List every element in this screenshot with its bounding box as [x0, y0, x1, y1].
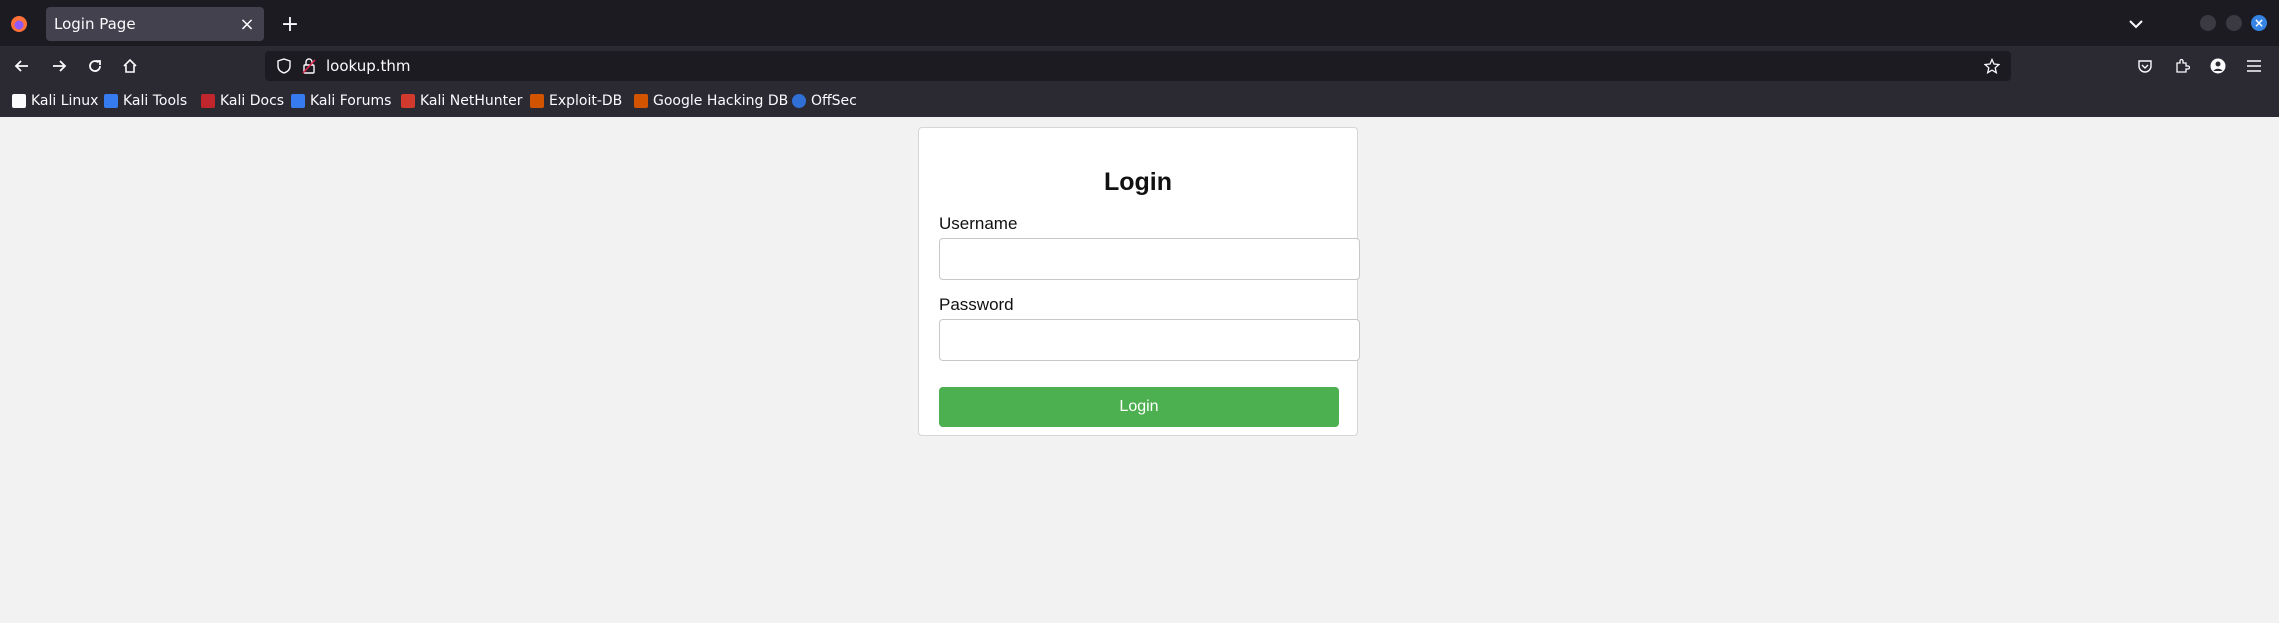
maximize-window-button[interactable] — [2226, 15, 2242, 31]
kali-tools-icon — [104, 94, 118, 108]
pocket-icon[interactable] — [2131, 52, 2159, 80]
bookmarks-toolbar: Kali Linux Kali Tools Kali Docs Kali For… — [0, 86, 2279, 117]
navigation-toolbar: lookup.thm — [0, 46, 2279, 86]
address-bar[interactable]: lookup.thm — [265, 51, 2011, 81]
bookmark-label: Kali Docs — [220, 93, 285, 109]
ghdb-icon — [634, 94, 648, 108]
forward-icon[interactable] — [45, 52, 73, 80]
username-input[interactable] — [939, 238, 1360, 280]
bookmark-label: OffSec — [811, 93, 857, 109]
bookmark-kali-nethunter[interactable]: Kali NetHunter — [401, 91, 522, 111]
shield-icon[interactable] — [273, 55, 295, 77]
username-label: Username — [939, 214, 1018, 233]
chevron-down-icon[interactable] — [2124, 12, 2148, 36]
bookmark-exploit-db[interactable]: Exploit-DB — [530, 91, 622, 111]
tab-title: Login Page — [54, 15, 136, 33]
kali-dragon-icon — [12, 94, 26, 108]
tab-login-page[interactable]: Login Page × — [46, 7, 264, 41]
url-text[interactable]: lookup.thm — [326, 57, 411, 75]
bookmark-label: Google Hacking DB — [653, 93, 789, 109]
reload-icon[interactable] — [81, 52, 109, 80]
page-content: Login Username Password Login — [0, 117, 2279, 623]
browser-chrome: Login Page × + × lookup.thm Kali Linux K… — [0, 0, 2279, 117]
bookmark-kali-linux[interactable]: Kali Linux — [12, 91, 98, 111]
insecure-lock-icon[interactable] — [298, 55, 320, 77]
tab-strip: Login Page × + × — [0, 0, 2279, 46]
bookmark-kali-docs[interactable]: Kali Docs — [201, 91, 284, 111]
kali-docs-icon — [201, 94, 215, 108]
bookmark-kali-forums[interactable]: Kali Forums — [291, 91, 391, 111]
firefox-view-icon[interactable] — [5, 10, 33, 38]
kali-nethunter-icon — [401, 94, 415, 108]
close-tab-icon[interactable]: × — [236, 13, 258, 35]
home-icon[interactable] — [116, 52, 144, 80]
kali-forums-icon — [291, 94, 305, 108]
bookmark-label: Kali Forums — [310, 93, 392, 109]
bookmark-kali-tools[interactable]: Kali Tools — [104, 91, 187, 111]
bookmark-star-icon[interactable] — [1981, 55, 2003, 77]
login-card: Login Username Password Login — [918, 127, 1360, 436]
bookmark-label: Kali Tools — [123, 93, 188, 109]
exploit-db-icon — [530, 94, 544, 108]
login-button[interactable]: Login — [939, 387, 1339, 427]
account-icon[interactable] — [2204, 52, 2232, 80]
menu-icon[interactable] — [2240, 52, 2268, 80]
close-window-button[interactable]: × — [2251, 15, 2267, 31]
minimize-window-button[interactable] — [2200, 15, 2216, 31]
bookmark-offsec[interactable]: OffSec — [792, 91, 857, 111]
bookmark-label: Exploit-DB — [549, 93, 623, 109]
login-title: Login — [1103, 168, 1173, 196]
back-icon[interactable] — [8, 52, 36, 80]
bookmark-google-hacking-db[interactable]: Google Hacking DB — [634, 91, 788, 111]
offsec-icon — [792, 94, 806, 108]
bookmark-label: Kali Linux — [31, 93, 99, 109]
password-input[interactable] — [939, 319, 1360, 361]
new-tab-icon[interactable]: + — [278, 12, 302, 37]
bookmark-label: Kali NetHunter — [420, 93, 523, 109]
password-label: Password — [939, 295, 1014, 314]
extensions-icon[interactable] — [2168, 52, 2196, 80]
